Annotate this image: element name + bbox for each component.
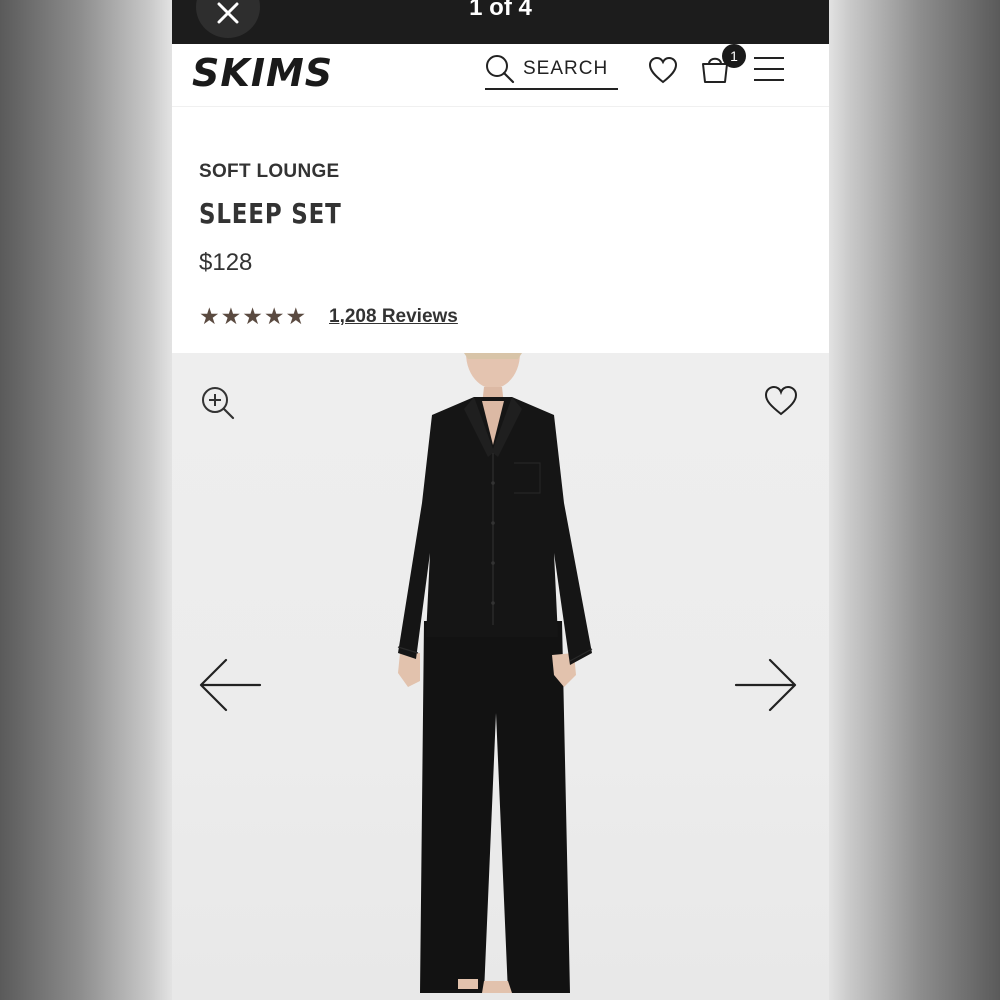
brand-logo-text: SKIMS <box>192 51 333 95</box>
product-info: SOFT LOUNGE SLEEP SET $128 ★ ★ ★ ★ ★ 1,2… <box>172 107 829 353</box>
site-header: SKIMS SEARCH 1 <box>172 44 829 107</box>
product-collection: SOFT LOUNGE <box>199 161 340 182</box>
cart-count-badge: 1 <box>722 44 746 68</box>
arrow-right-icon[interactable] <box>734 657 798 713</box>
product-page: 1 of 4 SKIMS SEARCH 1 SOFT LOUNGE SLEEP … <box>172 0 829 1000</box>
product-price: $128 <box>199 249 253 276</box>
hamburger-menu-icon[interactable] <box>753 56 785 82</box>
favorite-heart-icon[interactable] <box>764 385 798 417</box>
star-icon: ★ <box>263 303 285 329</box>
search-label: SEARCH <box>523 58 609 79</box>
search-button[interactable]: SEARCH <box>485 50 618 90</box>
wishlist-heart-icon[interactable] <box>648 56 678 84</box>
product-image-carousel <box>172 353 829 1000</box>
product-title: SLEEP SET <box>199 197 342 230</box>
star-icon: ★ <box>285 303 307 329</box>
image-counter: 1 of 4 <box>469 0 532 21</box>
zoom-in-icon[interactable] <box>200 385 236 421</box>
brand-logo[interactable]: SKIMS <box>192 50 352 96</box>
search-icon <box>486 55 515 84</box>
star-icon: ★ <box>199 303 220 329</box>
image-viewer-bar: 1 of 4 <box>172 0 829 44</box>
star-icon: ★ <box>242 303 263 329</box>
product-image[interactable] <box>386 353 616 1000</box>
rating-stars: ★ ★ ★ ★ ★ <box>199 304 306 328</box>
reviews-link[interactable]: 1,208 Reviews <box>329 306 458 328</box>
star-icon: ★ <box>220 303 242 329</box>
arrow-left-icon[interactable] <box>198 657 262 713</box>
